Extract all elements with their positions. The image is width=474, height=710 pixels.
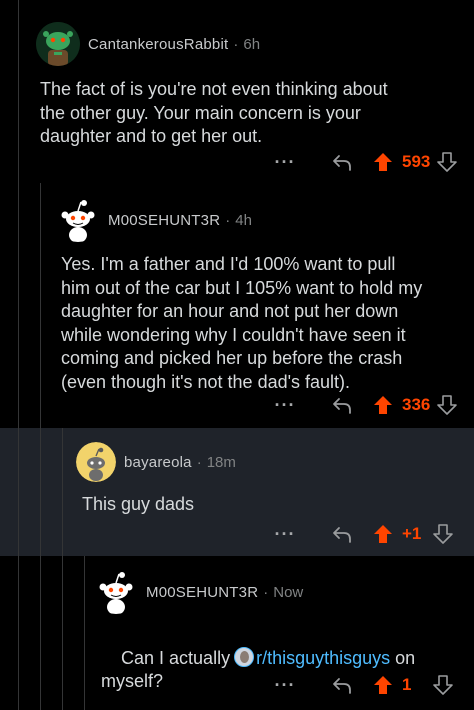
body-text-part: Can I actually [121, 647, 231, 668]
comment-header: CantankerousRabbit · 6h [36, 22, 260, 66]
thread-line [62, 556, 63, 710]
comment-body: Yes. I'm a father and I'd 100% want to p… [61, 254, 423, 392]
downvote-arrow-icon[interactable] [432, 674, 454, 696]
thread-line [84, 556, 85, 710]
separator: · [263, 583, 269, 601]
comment-actions: ··· 1 [270, 671, 454, 699]
snoo-avatar-icon [76, 442, 116, 482]
more-options-icon[interactable]: ··· [270, 395, 300, 416]
avatar[interactable] [94, 570, 138, 614]
thread-line [62, 428, 63, 556]
timestamp: 6h [243, 35, 261, 53]
separator: · [196, 453, 202, 471]
separator: · [233, 35, 239, 53]
comment-actions: ··· +1 [270, 520, 454, 548]
thread-line [18, 0, 19, 183]
comment-header: M00SEHUNT3R · Now [94, 570, 303, 614]
snoo-avatar-icon [36, 22, 80, 66]
thread-line [18, 428, 19, 556]
downvote-arrow-icon[interactable] [436, 151, 458, 173]
comment-body: The fact of is you're not even thinking … [40, 79, 388, 146]
downvote-arrow-icon[interactable] [436, 394, 458, 416]
timestamp: 18m [206, 453, 236, 471]
subreddit-link[interactable]: r/thisguythisguys [256, 648, 390, 668]
thread-line [40, 428, 41, 556]
comment-header: M00SEHUNT3R · 4h [56, 198, 252, 242]
comment-actions: ··· 336 [270, 391, 458, 419]
body-text-part: on [390, 647, 416, 668]
comment-1: CantankerousRabbit · 6h The fact of is y… [0, 0, 474, 183]
vote-score: 336 [402, 395, 431, 414]
more-options-icon[interactable]: ··· [270, 524, 300, 545]
subreddit-icon [234, 646, 255, 667]
comment-body: This guy dads [82, 494, 195, 514]
snoo-avatar-icon [94, 570, 138, 614]
thread-line [18, 183, 19, 428]
comment-2: M00SEHUNT3R · 4h Yes. I'm a father and I… [0, 183, 474, 428]
vote-score: 593 [402, 152, 431, 171]
more-options-icon[interactable]: ··· [270, 675, 300, 696]
separator: · [225, 211, 231, 229]
username[interactable]: M00SEHUNT3R [108, 212, 220, 229]
avatar[interactable] [56, 198, 100, 242]
upvote-arrow-icon[interactable] [372, 523, 394, 545]
timestamp: Now [273, 583, 304, 601]
vote-score: 1 [402, 675, 412, 694]
reply-arrow-icon[interactable] [330, 150, 354, 174]
comment-3: bayareola · 18m This guy dads ··· +1 [0, 428, 474, 556]
thread-line [40, 556, 41, 710]
username[interactable]: M00SEHUNT3R [146, 584, 258, 601]
reply-arrow-icon[interactable] [330, 673, 354, 697]
comment-4: M00SEHUNT3R · Now Can I actually r/thisgu… [0, 556, 474, 710]
downvote-arrow-icon[interactable] [432, 523, 454, 545]
avatar[interactable] [36, 22, 80, 66]
comment-actions: ··· 593 [270, 148, 458, 176]
vote-score: +1 [402, 524, 422, 543]
upvote-arrow-icon[interactable] [372, 394, 394, 416]
thread-line [18, 556, 19, 710]
upvote-arrow-icon[interactable] [372, 151, 394, 173]
snoo-avatar-icon [56, 198, 100, 242]
upvote-arrow-icon[interactable] [372, 674, 394, 696]
username[interactable]: CantankerousRabbit [88, 36, 228, 53]
comment-header: bayareola · 18m [76, 442, 236, 482]
reply-arrow-icon[interactable] [330, 522, 354, 546]
more-options-icon[interactable]: ··· [270, 152, 300, 173]
reply-arrow-icon[interactable] [330, 393, 354, 417]
username[interactable]: bayareola [124, 454, 192, 471]
avatar[interactable] [76, 442, 116, 482]
body-text-part: myself? [101, 671, 164, 691]
timestamp: 4h [235, 211, 252, 229]
thread-line [40, 183, 41, 428]
